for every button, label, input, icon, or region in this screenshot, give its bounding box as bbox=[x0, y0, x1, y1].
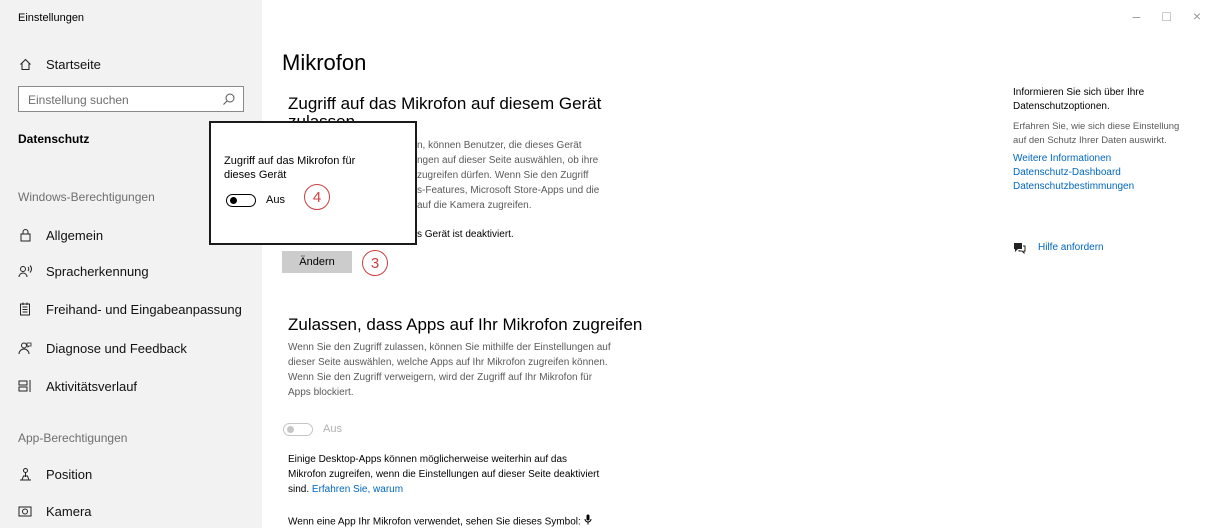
sidebar-item-label: Spracherkennung bbox=[46, 263, 149, 279]
sidebar: Einstellungen Startseite Datenschutz Win… bbox=[0, 0, 262, 528]
sidebar-item-aktivitaetsverlauf[interactable]: Aktivitätsverlauf bbox=[18, 374, 137, 398]
section2-heading: Zulassen, dass Apps auf Ihr Mikrofon zug… bbox=[288, 315, 643, 334]
privacy-text-continued: auf den Schutz Ihrer Daten auswirkt. bbox=[1013, 135, 1167, 146]
sidebar-item-label: Aktivitätsverlauf bbox=[46, 378, 138, 394]
sidebar-item-label: Allgemein bbox=[46, 227, 104, 243]
sidebar-item-freihand[interactable]: Freihand- und Eingabeanpassung bbox=[18, 297, 242, 321]
privacy-heading: Informieren Sie sich über Ihre bbox=[1013, 87, 1145, 98]
sidebar-item-label: Startseite bbox=[46, 56, 101, 72]
sidebar-item-position[interactable]: Position bbox=[18, 462, 92, 486]
toggle-knob bbox=[230, 197, 237, 204]
speech-icon bbox=[18, 264, 32, 278]
app-permissions-heading: App-Berechtigungen bbox=[18, 431, 128, 445]
toggle-knob bbox=[287, 426, 294, 433]
minimize-button[interactable]: – bbox=[1133, 8, 1141, 24]
section2-description: Wenn Sie den Zugriff zulassen, können Si… bbox=[288, 342, 611, 398]
sidebar-current-section: Datenschutz bbox=[18, 132, 90, 146]
search-icon[interactable] bbox=[222, 92, 236, 106]
sidebar-item-label: Position bbox=[46, 466, 93, 482]
desktop-apps-note: Einige Desktop-Apps können möglicherweis… bbox=[288, 454, 600, 495]
maximize-button[interactable]: □ bbox=[1162, 8, 1170, 24]
device-access-toggle[interactable] bbox=[226, 194, 256, 207]
apps-access-toggle[interactable] bbox=[283, 423, 313, 436]
camera-icon bbox=[18, 504, 32, 518]
sidebar-item-label: Diagnose und Feedback bbox=[46, 340, 187, 356]
sidebar-item-kamera[interactable]: Kamera bbox=[18, 499, 92, 523]
home-icon bbox=[18, 57, 32, 71]
sidebar-item-label: Freihand- und Eingabeanpassung bbox=[46, 301, 242, 317]
help-icon bbox=[1013, 242, 1026, 254]
sidebar-item-spracherkennung[interactable]: Spracherkennung bbox=[18, 259, 149, 283]
close-button[interactable]: × bbox=[1193, 8, 1201, 24]
get-help-link[interactable]: Hilfe anfordern bbox=[1038, 241, 1104, 255]
popup-label: Zugriff auf das Mikrofon für dieses Gerä… bbox=[224, 155, 356, 181]
privacy-text: Erfahren Sie, wie sich diese Einstellung bbox=[1013, 121, 1180, 132]
search-field[interactable] bbox=[18, 86, 244, 112]
lock-icon bbox=[18, 228, 32, 242]
window-controls: – □ × bbox=[1133, 8, 1201, 24]
more-info-link[interactable]: Weitere Informationen bbox=[1013, 152, 1179, 166]
feedback-icon bbox=[18, 341, 32, 355]
section1-status: s Gerät ist deaktiviert. bbox=[417, 229, 514, 240]
notepad-icon bbox=[18, 302, 32, 316]
position-icon bbox=[18, 467, 32, 481]
section1-heading: Zugriff auf das Mikrofon auf diesem Gerä… bbox=[288, 94, 602, 113]
section1-description: n, können Benutzer, die dieses Gerät nge… bbox=[417, 140, 600, 211]
callout-marker-4: 4 bbox=[304, 184, 330, 210]
device-access-toggle-label: Aus bbox=[266, 194, 285, 206]
sidebar-item-home[interactable]: Startseite bbox=[18, 52, 101, 76]
privacy-info-panel: Informieren Sie sich über Ihre Datenschu… bbox=[1013, 86, 1179, 194]
change-button[interactable]: Ändern bbox=[282, 251, 352, 273]
windows-permissions-heading: Windows-Berechtigungen bbox=[18, 190, 155, 204]
learn-why-link[interactable]: Erfahren Sie, warum bbox=[312, 484, 403, 495]
sidebar-item-allgemein[interactable]: Allgemein bbox=[18, 223, 103, 247]
sidebar-item-diagnose[interactable]: Diagnose und Feedback bbox=[18, 336, 187, 360]
privacy-heading-continued: Datenschutzoptionen. bbox=[1013, 101, 1110, 112]
sidebar-item-label: Kamera bbox=[46, 503, 92, 519]
device-access-popup: Zugriff auf das Mikrofon für dieses Gerä… bbox=[209, 121, 417, 245]
page-title: Mikrofon bbox=[282, 50, 367, 75]
callout-marker-3: 3 bbox=[362, 250, 388, 276]
privacy-statement-link[interactable]: Datenschutzbestimmungen bbox=[1013, 180, 1179, 194]
window-title: Einstellungen bbox=[18, 12, 85, 24]
timeline-icon bbox=[18, 379, 32, 393]
privacy-dashboard-link[interactable]: Datenschutz-Dashboard bbox=[1013, 166, 1179, 180]
apps-access-toggle-label: Aus bbox=[323, 423, 342, 435]
search-input[interactable] bbox=[26, 88, 220, 112]
help-row[interactable]: Hilfe anfordern bbox=[1013, 241, 1104, 255]
